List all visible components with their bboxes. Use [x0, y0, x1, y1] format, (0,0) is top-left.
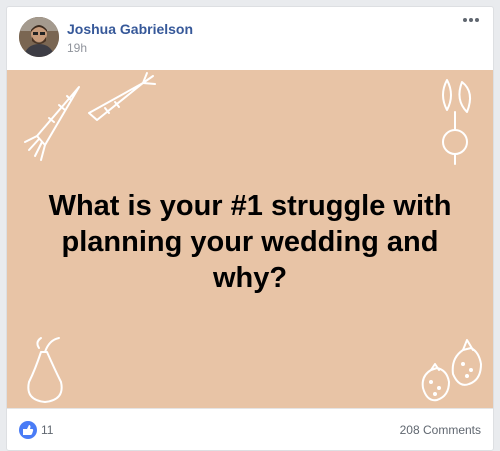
post-question-text: What is your #1 struggle with planning y…	[48, 190, 452, 294]
post-timestamp[interactable]: 19h	[67, 41, 87, 55]
post-header: Joshua Gabrielson 19h	[7, 7, 493, 70]
post-footer: 11 208 Comments	[7, 408, 493, 448]
post-image[interactable]: What is your #1 struggle with planning y…	[7, 70, 493, 408]
thumbs-up-icon[interactable]	[19, 421, 37, 439]
carrot-icon	[24, 86, 80, 161]
author-name-link[interactable]: Joshua Gabrielson	[67, 21, 193, 37]
pear-icon	[27, 337, 63, 403]
more-horizontal-icon[interactable]	[461, 15, 481, 31]
beet-icon	[442, 79, 472, 165]
strawberry-icon	[421, 363, 450, 402]
carrot-icon	[88, 72, 156, 121]
post-card: Joshua Gabrielson 19h What is your #1 st…	[6, 6, 494, 451]
strawberry-icon	[451, 339, 482, 386]
avatar[interactable]	[19, 17, 59, 57]
like-count[interactable]: 11	[41, 423, 53, 437]
comments-count-link[interactable]: 208 Comments	[400, 423, 481, 437]
